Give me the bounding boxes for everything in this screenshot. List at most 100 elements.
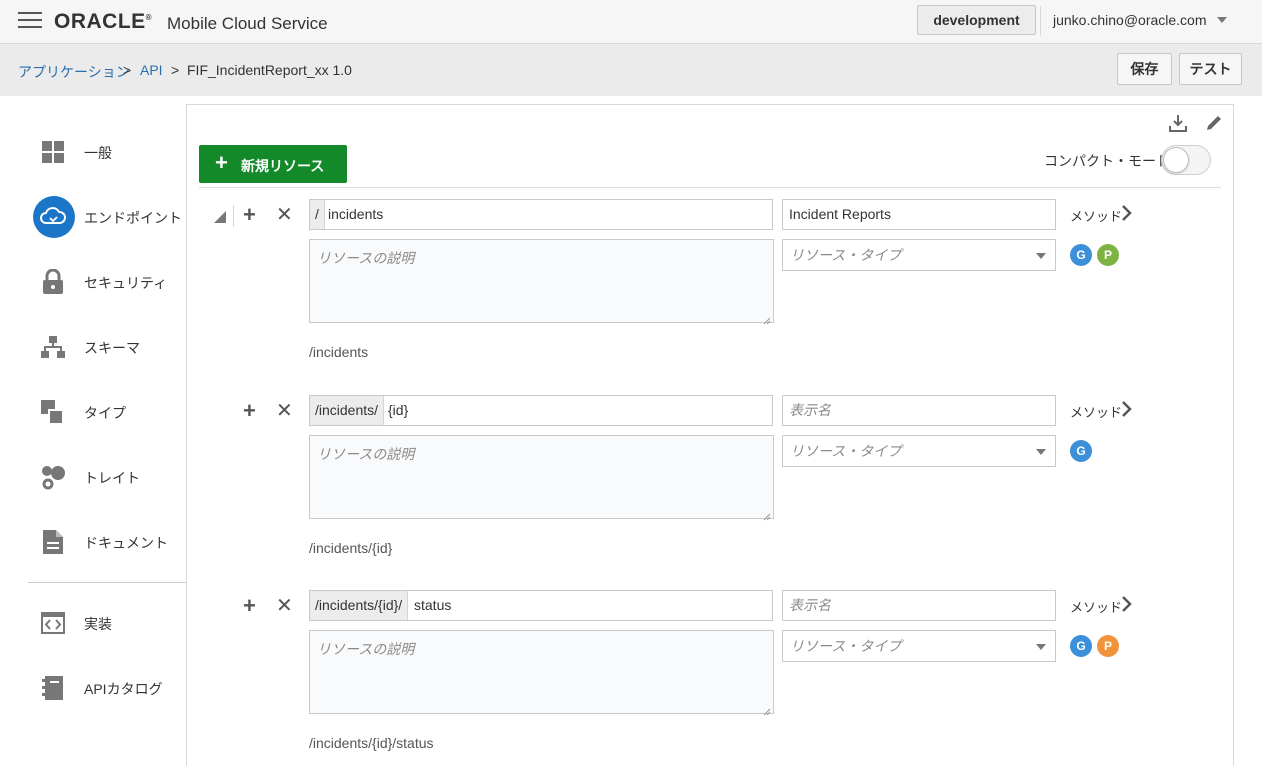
sidebar: 一般 エンドポイント セキュリティ スキーマ タイプ トレイト ドキュメント 実…: [0, 96, 186, 766]
new-resource-button[interactable]: + 新規リソース: [199, 145, 347, 183]
full-path: /incidents: [309, 344, 369, 360]
delete-icon[interactable]: ✕: [276, 398, 293, 424]
compact-mode-toggle[interactable]: [1161, 145, 1211, 175]
resource-type-placeholder: リソース・タイプ: [790, 443, 902, 459]
hamburger-menu-icon[interactable]: [18, 12, 42, 30]
chevron-right-icon[interactable]: [1121, 595, 1132, 613]
download-icon[interactable]: [1169, 114, 1187, 132]
divider: [233, 205, 234, 227]
resize-grip-icon[interactable]: [763, 312, 771, 325]
resource-type-select[interactable]: リソース・タイプ: [782, 630, 1056, 662]
sidebar-item-traits[interactable]: トレイト: [30, 455, 186, 499]
path-prefix: /incidents/: [310, 396, 385, 425]
chevron-down-icon: [1036, 449, 1046, 455]
collapse-triangle-icon[interactable]: [214, 211, 226, 223]
resource-path-input[interactable]: /incidents/{id}/ status: [309, 590, 773, 621]
delete-icon[interactable]: ✕: [276, 593, 293, 619]
breadcrumb-separator: >: [123, 62, 132, 78]
delete-icon[interactable]: ✕: [276, 202, 293, 228]
chevron-down-icon: [1036, 253, 1046, 259]
breadcrumb-applications[interactable]: アプリケーション: [18, 62, 130, 82]
resource-type-select[interactable]: リソース・タイプ: [782, 435, 1056, 467]
lock-icon: [30, 260, 76, 304]
add-child-icon[interactable]: +: [243, 398, 256, 424]
resize-grip-icon[interactable]: [763, 508, 771, 521]
methods-link[interactable]: メソッド: [1070, 597, 1122, 616]
breadcrumb-separator: >: [171, 62, 180, 78]
edit-icon[interactable]: [1205, 114, 1223, 132]
sidebar-item-api-catalog[interactable]: APIカタログ: [30, 666, 186, 710]
resource-description-input[interactable]: リソースの説明: [309, 630, 774, 716]
cloud-endpoint-icon: [30, 195, 76, 239]
breadcrumb: アプリケーション > API > FIF_IncidentReport_xx 1…: [0, 44, 1262, 96]
path-prefix: /: [310, 200, 325, 229]
resource-path-input[interactable]: /incidents/ {id}: [309, 395, 773, 426]
display-name-input[interactable]: 表示名: [782, 395, 1056, 426]
oracle-logo: ORACLE®: [54, 10, 153, 33]
full-path: /incidents/{id}: [309, 540, 393, 556]
display-name-input[interactable]: Incident Reports: [782, 199, 1056, 230]
sidebar-item-security[interactable]: セキュリティ: [30, 260, 186, 304]
sidebar-item-label: スキーマ: [84, 340, 140, 356]
sidebar-item-implementation[interactable]: 実装: [30, 601, 186, 645]
top-bar: ORACLE® Mobile Cloud Service development…: [0, 0, 1262, 44]
method-badge-get[interactable]: G: [1070, 244, 1092, 266]
save-button[interactable]: 保存: [1117, 53, 1172, 85]
sidebar-item-general[interactable]: 一般: [30, 130, 186, 174]
method-badge-post[interactable]: P: [1097, 244, 1119, 266]
sidebar-item-endpoints[interactable]: エンドポイント: [30, 195, 186, 239]
path-value: {id}: [388, 402, 409, 418]
traits-icon: [30, 455, 76, 499]
add-child-icon[interactable]: +: [243, 202, 256, 228]
sidebar-item-schemas[interactable]: スキーマ: [30, 325, 186, 369]
test-button[interactable]: テスト: [1179, 53, 1242, 85]
sidebar-item-label: エンドポイント: [84, 210, 182, 226]
toggle-knob: [1163, 147, 1189, 173]
method-badge-get[interactable]: G: [1070, 635, 1092, 657]
chevron-down-icon[interactable]: [1217, 17, 1227, 23]
chevron-right-icon[interactable]: [1121, 400, 1132, 418]
methods-link[interactable]: メソッド: [1070, 402, 1122, 421]
resource-path-input[interactable]: / incidents: [309, 199, 773, 230]
sidebar-item-types[interactable]: タイプ: [30, 390, 186, 434]
method-badge-put[interactable]: P: [1097, 635, 1119, 657]
document-icon: [30, 520, 76, 564]
path-prefix: /incidents/{id}/: [310, 591, 409, 620]
path-value: incidents: [328, 206, 384, 222]
resource-row: + ✕ /incidents/ {id} 表示名 メソッド リソースの説明 リソ…: [200, 395, 1220, 575]
resource-row: + ✕ /incidents/{id}/ status 表示名 メソッド リソー…: [200, 590, 1220, 766]
types-icon: [30, 390, 76, 434]
compact-mode-label: コンパクト・モード: [1044, 153, 1170, 169]
product-name: Mobile Cloud Service: [167, 14, 328, 33]
sidebar-item-label: 一般: [84, 145, 112, 161]
sidebar-item-label: トレイト: [84, 470, 140, 486]
resource-description-input[interactable]: リソースの説明: [309, 435, 774, 521]
resource-description-input[interactable]: リソースの説明: [309, 239, 774, 325]
methods-link[interactable]: メソッド: [1070, 206, 1122, 225]
header-divider: [1040, 6, 1041, 36]
environment-button[interactable]: development: [917, 5, 1036, 35]
resource-type-select[interactable]: リソース・タイプ: [782, 239, 1056, 271]
code-icon: [30, 601, 76, 645]
new-resource-label: 新規リソース: [241, 158, 325, 174]
resource-type-placeholder: リソース・タイプ: [790, 247, 902, 263]
sidebar-item-documentation[interactable]: ドキュメント: [30, 520, 186, 564]
resource-row: + ✕ / incidents Incident Reports メソッド リソ…: [200, 199, 1220, 379]
add-child-icon[interactable]: +: [243, 593, 256, 619]
user-menu[interactable]: junko.chino@oracle.com: [1053, 12, 1207, 28]
sidebar-item-label: セキュリティ: [84, 275, 168, 291]
sidebar-item-label: APIカタログ: [84, 681, 163, 697]
chevron-right-icon[interactable]: [1121, 204, 1132, 222]
sidebar-item-label: タイプ: [84, 405, 126, 421]
resize-grip-icon[interactable]: [763, 703, 771, 716]
display-name-input[interactable]: 表示名: [782, 590, 1056, 621]
breadcrumb-api[interactable]: API: [140, 62, 163, 78]
full-path: /incidents/{id}/status: [309, 735, 434, 751]
chevron-down-icon: [1036, 644, 1046, 650]
sidebar-item-label: ドキュメント: [84, 535, 168, 551]
method-badge-get[interactable]: G: [1070, 440, 1092, 462]
sidebar-item-label: 実装: [84, 616, 112, 632]
sidebar-divider: [28, 582, 186, 583]
catalog-icon: [30, 666, 76, 710]
breadcrumb-current: FIF_IncidentReport_xx 1.0: [187, 62, 352, 78]
